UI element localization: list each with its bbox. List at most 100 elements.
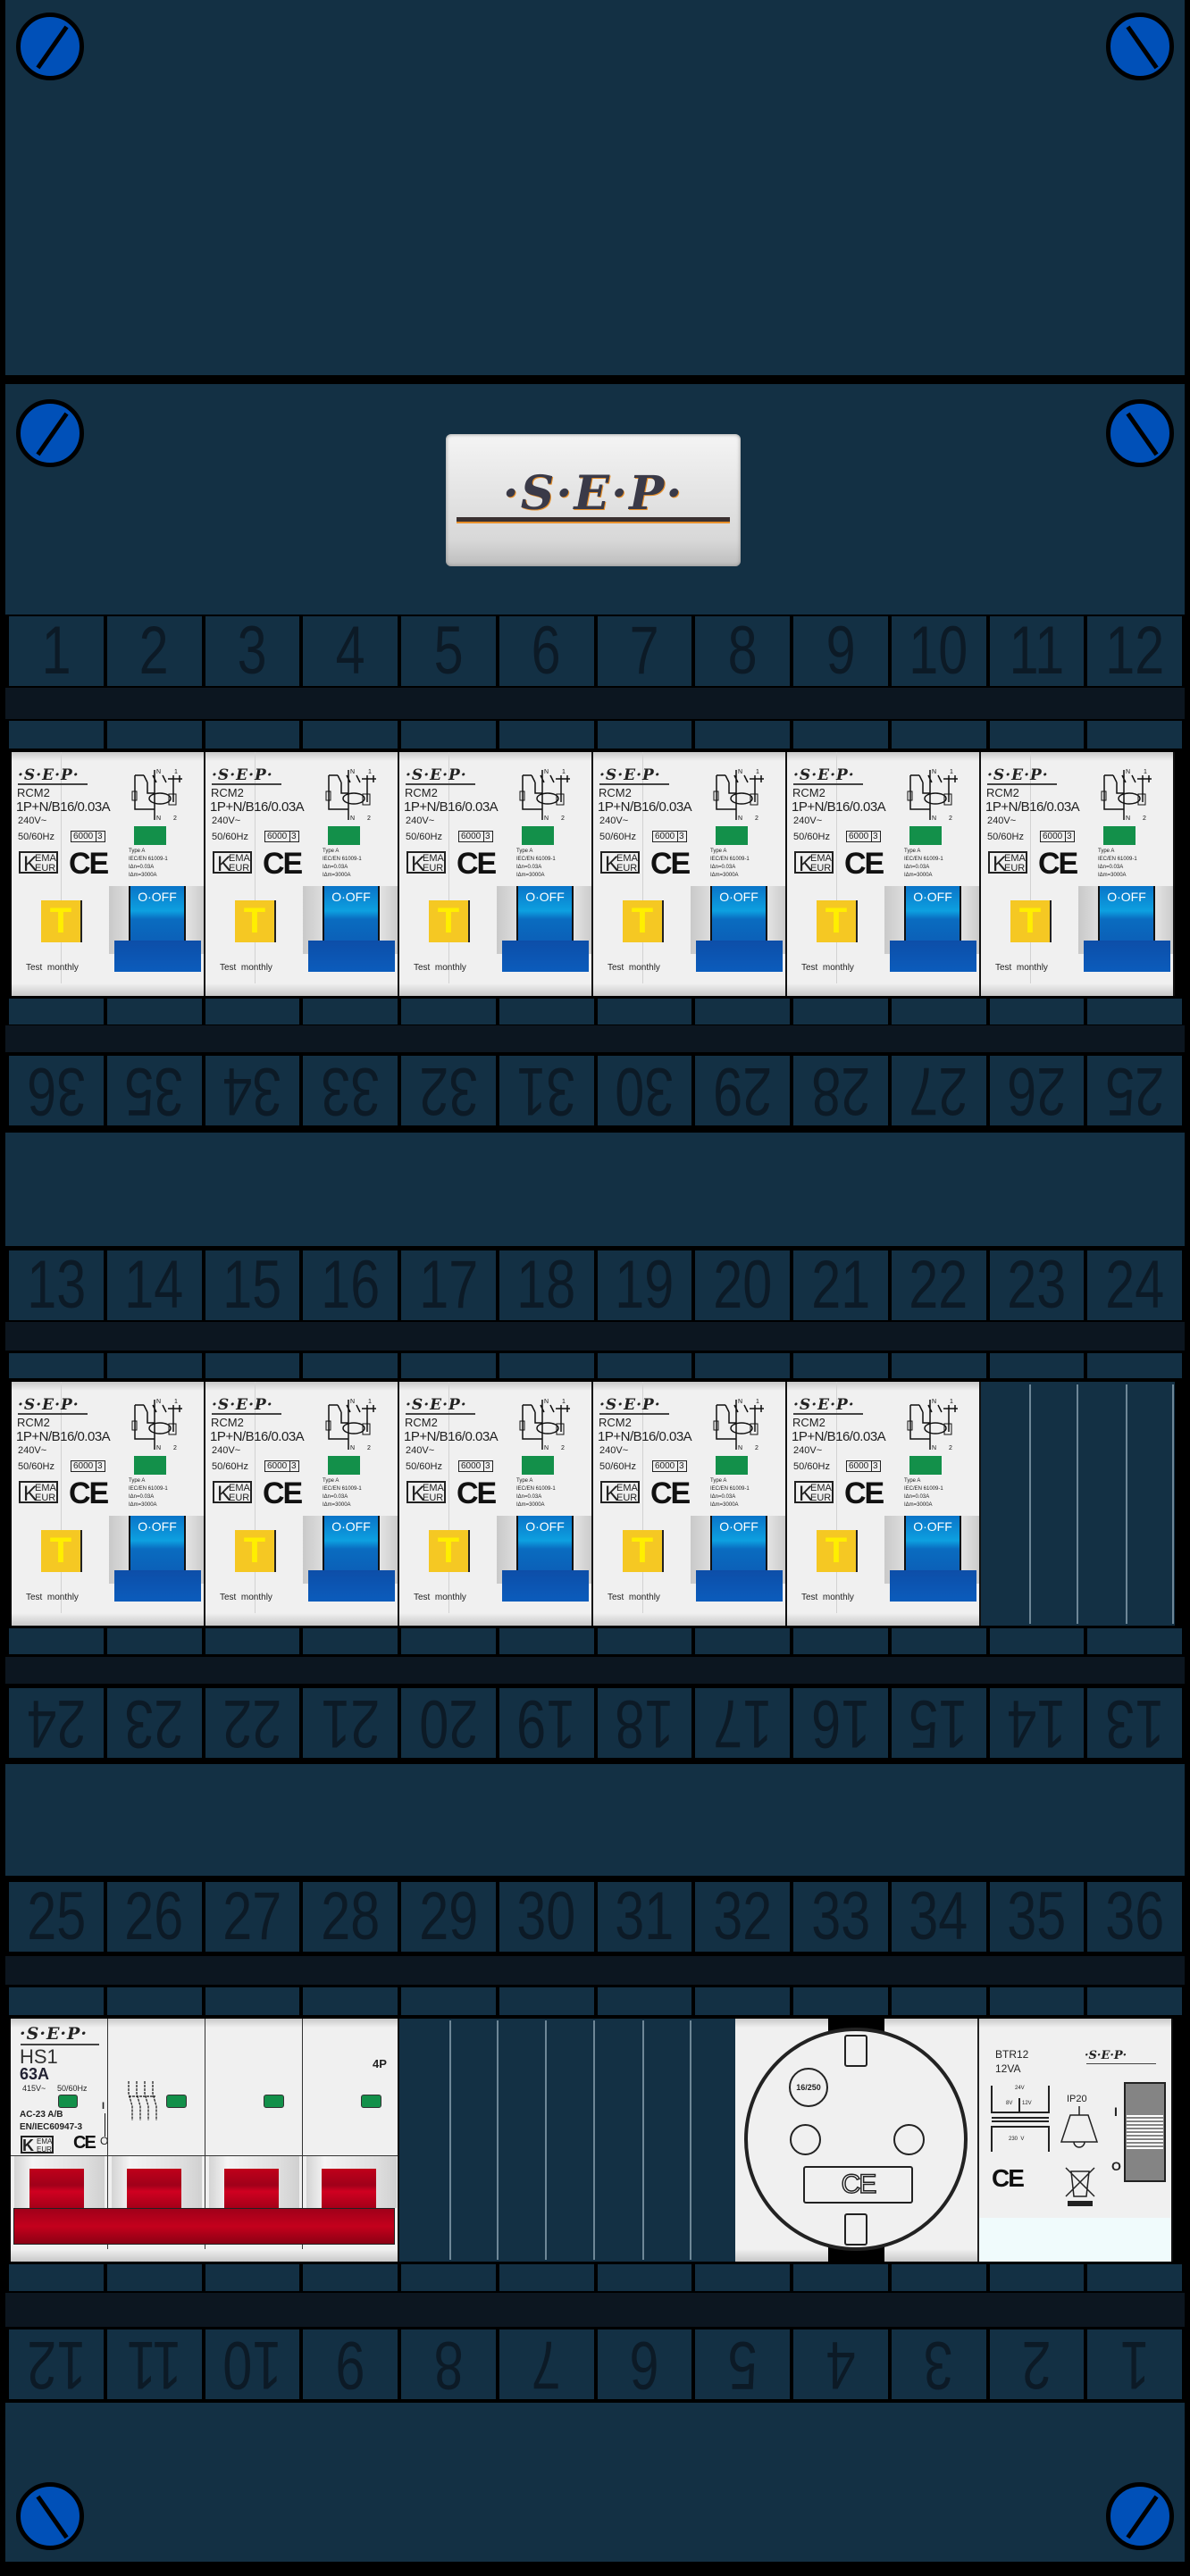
divider-line <box>255 752 256 996</box>
kema-mark: K EMA EUR <box>988 851 1027 875</box>
standard-label: IEC/EN 61009-1 <box>904 857 943 862</box>
circuit-number: 14 <box>1007 1688 1067 1758</box>
voltage-label: 240V~ <box>793 1445 823 1456</box>
circuit-diagram-icon: N 1 N 2 <box>713 769 764 822</box>
idn-label: IΔn=0.03A <box>1098 865 1124 870</box>
status-indicator <box>716 1456 748 1475</box>
circuit-number: 10 <box>222 2329 282 2399</box>
rcm-switch-lever[interactable]: O·OFF <box>114 1516 201 1602</box>
din-rail-strip <box>5 2293 1185 2327</box>
rcm-module: ·S·E·P· RCM2 1P+N/B16/0.03A 240V~ 50/60H… <box>12 1382 205 1626</box>
standard-label: IEC/EN 61009-1 <box>710 857 750 862</box>
rcm-switch-lever[interactable]: O·OFF <box>890 1516 976 1602</box>
blank-cell <box>9 721 104 749</box>
voltage-label: 240V~ <box>599 815 629 826</box>
blank-cell <box>106 721 202 749</box>
rcm-switch-lever[interactable]: O·OFF <box>308 1516 395 1602</box>
diagram-1-label: 1 <box>562 1399 566 1405</box>
rcm-switch-lever[interactable]: O·OFF <box>890 886 976 972</box>
ce-mark: CE <box>263 847 303 881</box>
switch-diagram-icon <box>128 2081 157 2120</box>
module-bottom-edge <box>399 983 591 996</box>
circuit-number: 23 <box>1007 1250 1067 1320</box>
rcm-switch-lever[interactable]: O·OFF <box>502 1516 589 1602</box>
class-value: 3 <box>483 1461 490 1471</box>
switch-state-label: O·OFF <box>1107 890 1146 904</box>
status-indicator <box>909 1456 942 1475</box>
breaking-capacity: 6000 3 <box>71 831 105 842</box>
blank-cell <box>891 1628 986 1654</box>
test-button[interactable]: T <box>817 1530 858 1572</box>
test-button-label: T <box>825 901 848 941</box>
rating-label: 1P+N/B16/0.03A <box>16 799 111 815</box>
switch-state-label: O·OFF <box>331 1519 371 1534</box>
circuit-number: 35 <box>1007 1882 1067 1952</box>
voltage-label: 240V~ <box>406 1445 435 1456</box>
circuit-number-label: 26 <box>989 1056 1085 1125</box>
v12-label: 12V <box>1022 2101 1032 2106</box>
test-button[interactable]: T <box>429 900 470 942</box>
rcm-module: ·S·E·P· RCM2 1P+N/B16/0.03A 240V~ 50/60H… <box>593 752 787 996</box>
rcm-module: ·S·E·P· RCM2 1P+N/B16/0.03A 240V~ 50/60H… <box>399 1382 593 1626</box>
test-button-label: T <box>243 1531 266 1570</box>
circuit-number: 18 <box>615 1688 675 1758</box>
circuit-number: 10 <box>909 616 968 686</box>
diagram-1-label: 1 <box>950 769 953 775</box>
rcm-switch-lever[interactable]: O·OFF <box>502 886 589 972</box>
rcm-switch-lever[interactable]: O·OFF <box>1084 886 1170 972</box>
idn-label: IΔn=0.03A <box>323 865 348 870</box>
rcm-switch-lever[interactable]: O·OFF <box>696 1516 783 1602</box>
test-button[interactable]: T <box>235 900 276 942</box>
handle-lever <box>224 2169 279 2210</box>
circuit-number-label: 14 <box>989 1688 1085 1758</box>
din-rail-strip <box>5 1657 1185 1684</box>
test-button[interactable]: T <box>41 1530 82 1572</box>
test-button[interactable]: T <box>41 900 82 942</box>
circuit-number: 8 <box>433 2329 464 2399</box>
circuit-number: 31 <box>516 1056 576 1125</box>
test-button[interactable]: T <box>235 1530 276 1572</box>
diagram-2-label: 2 <box>173 815 177 822</box>
type-label: Type A <box>516 1478 533 1484</box>
ce-mark: CE <box>73 2133 96 2153</box>
kema-bottom: EUR <box>616 863 638 874</box>
circuit-number-label: 11 <box>989 616 1085 686</box>
diagram-2-label: 2 <box>367 815 371 822</box>
slot-divider <box>593 2020 595 2260</box>
circuit-number: 31 <box>615 1882 675 1952</box>
rcm-switch-lever[interactable]: O·OFF <box>114 886 201 972</box>
transformer-rocker-switch[interactable] <box>1124 2082 1166 2182</box>
slot-divider <box>545 2020 547 2260</box>
blank-cell <box>9 1353 104 1378</box>
blank-cell <box>303 1987 398 2015</box>
kema-bottom: EUR <box>1004 863 1026 874</box>
test-button-label: T <box>437 901 460 941</box>
test-button[interactable]: T <box>1010 900 1052 942</box>
screw-icon <box>16 13 84 80</box>
rating-badge: 16/250 <box>789 2068 828 2107</box>
test-button[interactable]: T <box>623 1530 664 1572</box>
test-button[interactable]: T <box>429 1530 470 1572</box>
main-switch-handle[interactable] <box>13 2208 395 2245</box>
circuit-number: 21 <box>810 1250 870 1320</box>
type-label: Type A <box>129 849 146 854</box>
standard-label: IEC/EN 61009-1 <box>516 857 556 862</box>
circuit-number-label: 9 <box>303 2329 398 2399</box>
diagram-1-label: 1 <box>368 769 372 775</box>
idm-label: IΔm=3000A <box>323 873 351 878</box>
circuit-number-label: 9 <box>793 616 888 686</box>
rcm-switch-lever[interactable]: O·OFF <box>696 886 783 972</box>
diagram-n-label: N <box>544 769 549 775</box>
circuit-number-label: 6 <box>499 616 594 686</box>
screw-slot <box>1126 412 1159 456</box>
test-button[interactable]: T <box>817 900 858 942</box>
class-value: 3 <box>96 1461 103 1471</box>
rcm-switch-lever[interactable]: O·OFF <box>308 886 395 972</box>
test-button[interactable]: T <box>623 900 664 942</box>
blank-cell <box>401 1987 496 2015</box>
circuit-number: 18 <box>516 1250 576 1320</box>
diagram-1-label: 1 <box>562 769 566 775</box>
voltage-label: 240V~ <box>18 815 47 826</box>
switch-base <box>696 941 783 972</box>
blank-cell <box>1087 1628 1182 1654</box>
